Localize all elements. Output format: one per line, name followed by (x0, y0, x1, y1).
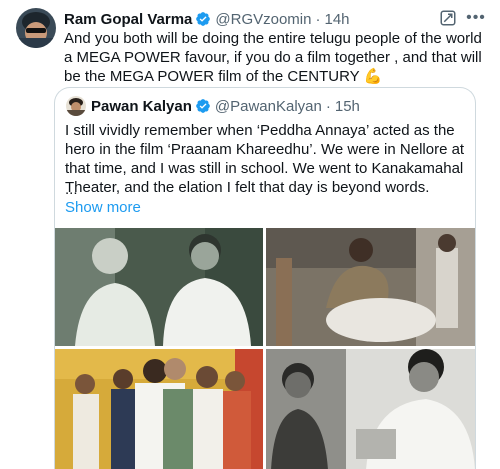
timestamp[interactable]: 14h (324, 11, 349, 28)
quoted-author-avatar[interactable] (66, 96, 86, 116)
ellipsis: ... (65, 181, 78, 198)
quoted-author-name[interactable]: Pawan Kalyan (91, 98, 192, 115)
photo-1[interactable] (55, 228, 263, 346)
grok-icon[interactable] (439, 9, 457, 27)
quoted-tweet[interactable]: Pawan Kalyan @PawanKalyan · 15h I still … (54, 87, 476, 469)
author-avatar[interactable] (16, 8, 56, 48)
verified-badge-icon (196, 12, 211, 26)
tweet-text: And you both will be doing the entire te… (64, 30, 482, 85)
photo-3[interactable] (55, 349, 263, 469)
verified-badge-icon (196, 99, 210, 113)
photo-4[interactable] (266, 349, 475, 469)
quoted-author-handle[interactable]: @PawanKalyan (215, 98, 322, 115)
separator-dot: · (315, 10, 321, 28)
author-name[interactable]: Ram Gopal Varma (64, 11, 192, 28)
author-handle[interactable]: @RGVzoomin (215, 11, 311, 28)
quoted-tweet-text: I still vividly remember when ‘Peddha An… (65, 122, 465, 196)
photo-grid (55, 228, 475, 469)
tweet-header: Ram Gopal Varma @RGVzoomin · 14h (64, 9, 350, 29)
separator-dot: · (325, 97, 331, 115)
quoted-tweet-header: Pawan Kalyan @PawanKalyan · 15h (91, 96, 360, 116)
show-more-link[interactable]: Show more (65, 198, 141, 217)
tweet[interactable]: Ram Gopal Varma @RGVzoomin · 14h ••• And… (0, 0, 500, 469)
quoted-timestamp[interactable]: 15h (335, 98, 360, 115)
more-icon[interactable]: ••• (466, 9, 486, 27)
photo-2[interactable] (266, 228, 475, 346)
